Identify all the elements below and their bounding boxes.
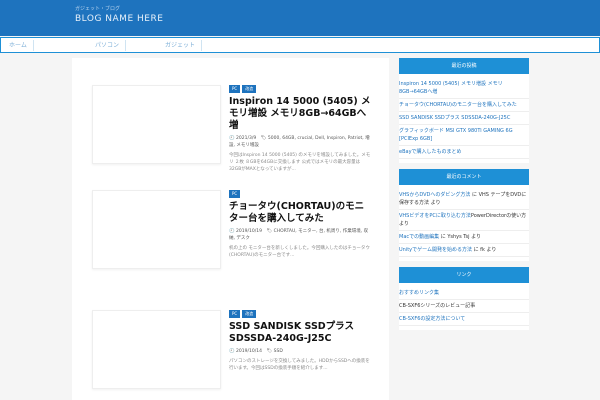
main-content: PC 改造 Inspiron 14 5000 (5405) メモリ増設 メモリ8… xyxy=(72,58,389,400)
post-meta: 🕘 2019/10/14 🏷 SSD xyxy=(229,349,283,354)
recent-post-link[interactable]: SSD SANDISK SSDプラス SDSSDA-240G-J25C xyxy=(399,112,529,125)
post-title[interactable]: チョータウ(CHORTAU)のモニター台を購入してみた xyxy=(229,201,372,225)
comment-item: Macでの動画編集 に Yshys Tsj より xyxy=(399,231,529,244)
category-badge[interactable]: 改造 xyxy=(242,85,257,93)
nav-item-pc[interactable]: パソコン xyxy=(89,40,127,51)
post-thumbnail[interactable] xyxy=(92,310,221,389)
nav-item-home[interactable]: ホーム xyxy=(3,40,34,51)
comment-item: VHSビデオをPCに取り込む方法PowerDirectorの使い方 より xyxy=(399,210,529,231)
site-tagline: ガジェット・ブログ xyxy=(75,6,121,12)
widget-title: リンク xyxy=(399,267,529,283)
sidebar: 最近の投稿 Inspiron 14 5000 (5405) メモリ増設 メモリ8… xyxy=(399,58,529,336)
external-link[interactable]: CB-SXF6の設定方法について xyxy=(399,313,529,326)
comment-text: に Yshys Tsj より xyxy=(439,234,482,240)
comment-post-link[interactable]: VHSビデオをPCに取り込む方法 xyxy=(399,213,471,219)
site-title[interactable]: BLOG NAME HERE xyxy=(75,14,163,24)
comment-post-link[interactable]: VHSからDVDへのダビング方法 xyxy=(399,192,470,198)
comment-text: に fk より xyxy=(472,247,497,253)
post-title[interactable]: Inspiron 14 5000 (5405) メモリ増設 メモリ8GB→64G… xyxy=(229,96,372,132)
post-excerpt: 今回はInspiron 14 5000 (5405) のメモリを増設してみました… xyxy=(229,153,371,172)
category-badge[interactable]: PC xyxy=(229,85,241,93)
widget-title: 最近の投稿 xyxy=(399,58,529,74)
site-header: ガジェット・ブログ BLOG NAME HERE xyxy=(0,0,600,36)
recent-post-link[interactable]: Inspiron 14 5000 (5405) メモリ増設 メモリ8GB→64G… xyxy=(399,78,529,99)
links-widget: リンク おすすめリンク集 CB-SXF6シリーズのレビュー記事 CB-SXF6の… xyxy=(399,267,529,330)
main-navbar: ホーム パソコン ガジェット xyxy=(0,37,600,53)
recent-post-link[interactable]: グラフィックボード MSI GTX 980Ti GAMING 6G [PCIEx… xyxy=(399,125,529,146)
comment-item: Unityでゲーム開発を始める方法 に fk より xyxy=(399,244,529,257)
recent-post-link[interactable]: eBayで購入したものまとめ xyxy=(399,146,529,159)
recent-posts-widget: 最近の投稿 Inspiron 14 5000 (5405) メモリ増設 メモリ8… xyxy=(399,58,529,163)
nav-item-gadget[interactable]: ガジェット xyxy=(159,40,203,51)
category-badge[interactable]: PC xyxy=(229,190,241,198)
post-title[interactable]: SSD SANDISK SSDプラス SDSSDA-240G-J25C xyxy=(229,321,372,345)
comment-post-link[interactable]: Macでの動画編集 xyxy=(399,234,439,240)
link-description: CB-SXF6シリーズのレビュー記事 xyxy=(399,300,529,313)
post-meta: 🕘 2019/10/19 🏷 CHORTAU, モニター, 台, 机周り, 作業… xyxy=(229,229,369,241)
post-thumbnail[interactable] xyxy=(92,85,221,164)
widget-title: 最近のコメント xyxy=(399,169,529,185)
external-link[interactable]: おすすめリンク集 xyxy=(399,287,529,300)
post-meta: 🕘 2021/3/9 🏷 5000, 64GB, crucial, Dell, … xyxy=(229,136,370,148)
post-excerpt: パソコンのストレージを交換してみました。HDDからSSDへの換装を行います。今回… xyxy=(229,359,370,371)
post-thumbnail[interactable] xyxy=(92,190,221,269)
recent-post-link[interactable]: チョータウ(CHORTAU)のモニター台を購入してみた xyxy=(399,99,529,112)
recent-comments-widget: 最近のコメント VHSからDVDへのダビング方法 に VHS テープをDVDに保… xyxy=(399,169,529,261)
comment-item: VHSからDVDへのダビング方法 に VHS テープをDVDに保存する方法 より xyxy=(399,189,529,210)
post-excerpt: 机の上の モニター台を新しくしました。今回購入したのはチョータウ(CHORTAU… xyxy=(229,246,370,258)
comment-post-link[interactable]: Unityでゲーム開発を始める方法 xyxy=(399,247,472,253)
category-badge[interactable]: PC xyxy=(229,310,241,318)
category-badge[interactable]: 改造 xyxy=(242,310,257,318)
